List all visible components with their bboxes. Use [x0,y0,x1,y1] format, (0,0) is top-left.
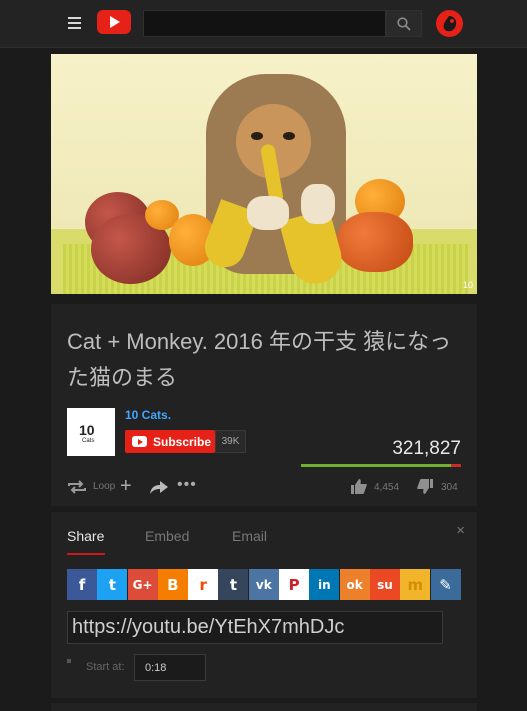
thumbs-down-icon [417,479,433,494]
share-linkedin-icon[interactable]: in [309,569,340,600]
like-ratio-fill [301,464,451,467]
youtube-play-icon [132,436,147,447]
search-button[interactable] [386,10,422,37]
account-avatar-icon[interactable] [436,10,463,37]
subscribe-button[interactable]: Subscribe [125,430,215,453]
top-bar [0,0,527,48]
start-at-label: Start at: [86,661,125,673]
view-count: 321,827 [392,438,461,459]
next-section-edge [51,703,477,711]
share-panel: Share Embed Email × ftG+BrtvkPinoksum✎ S… [51,512,477,698]
active-tab-indicator [67,553,105,555]
menu-icon[interactable] [68,17,81,29]
subscriber-count: 39K [215,430,246,453]
like-dislike-bar [301,464,461,467]
share-google-plus-icon[interactable]: G+ [127,569,158,600]
start-at-checkbox[interactable] [67,659,71,663]
dislike-count: 304 [441,482,458,493]
add-to-playlist-icon[interactable]: + [120,476,132,496]
share-tumblr-icon[interactable]: t [218,569,249,600]
share-livejournal-icon[interactable]: ✎ [430,569,461,600]
loop-icon [68,480,86,494]
like-button[interactable] [351,479,367,499]
share-pinterest-icon[interactable]: P [279,569,310,600]
search-input[interactable] [143,10,386,37]
thumbs-up-icon [351,479,367,494]
channel-watermark: 10 [462,280,473,290]
share-reddit-icon[interactable]: r [188,569,219,600]
share-service-list: f t G+ Br t vk Pin ok su m ✎ [67,569,461,601]
video-player[interactable]: 10 [51,54,477,294]
tab-embed[interactable]: Embed [145,528,189,544]
channel-avatar[interactable]: 10 Cats [67,408,115,456]
tab-email[interactable]: Email [232,528,267,544]
share-vk-icon[interactable]: vk [248,569,279,600]
close-icon[interactable]: × [456,522,465,539]
action-bar: Loop + ••• 4,454 304 [67,476,461,499]
channel-name-link[interactable]: 10 Cats. [125,408,171,422]
share-odnoklassniki-icon[interactable]: ok [339,569,370,600]
share-stumbleupon-icon[interactable]: su [369,569,400,600]
tab-share[interactable]: Share [67,528,104,544]
share-facebook-icon[interactable]: f [67,569,97,600]
youtube-logo[interactable] [97,10,131,34]
video-title: Cat + Monkey. 2016 年の干支 猿になった猫のまる [67,329,452,390]
like-count: 4,454 [374,482,400,493]
start-at-input[interactable] [134,654,206,681]
video-info-card: Cat + Monkey. 2016 年の干支 猿になった猫のまる 10 Cat… [51,304,477,506]
share-icon[interactable] [149,480,169,499]
search-icon [397,17,411,31]
share-blogger-icon[interactable]: B [157,569,188,600]
more-options-icon[interactable]: ••• [177,476,197,494]
share-url-field[interactable] [67,611,443,644]
dislike-button[interactable] [417,479,433,499]
share-mixi-icon[interactable]: m [400,569,431,600]
share-twitter-icon[interactable]: t [97,569,128,600]
